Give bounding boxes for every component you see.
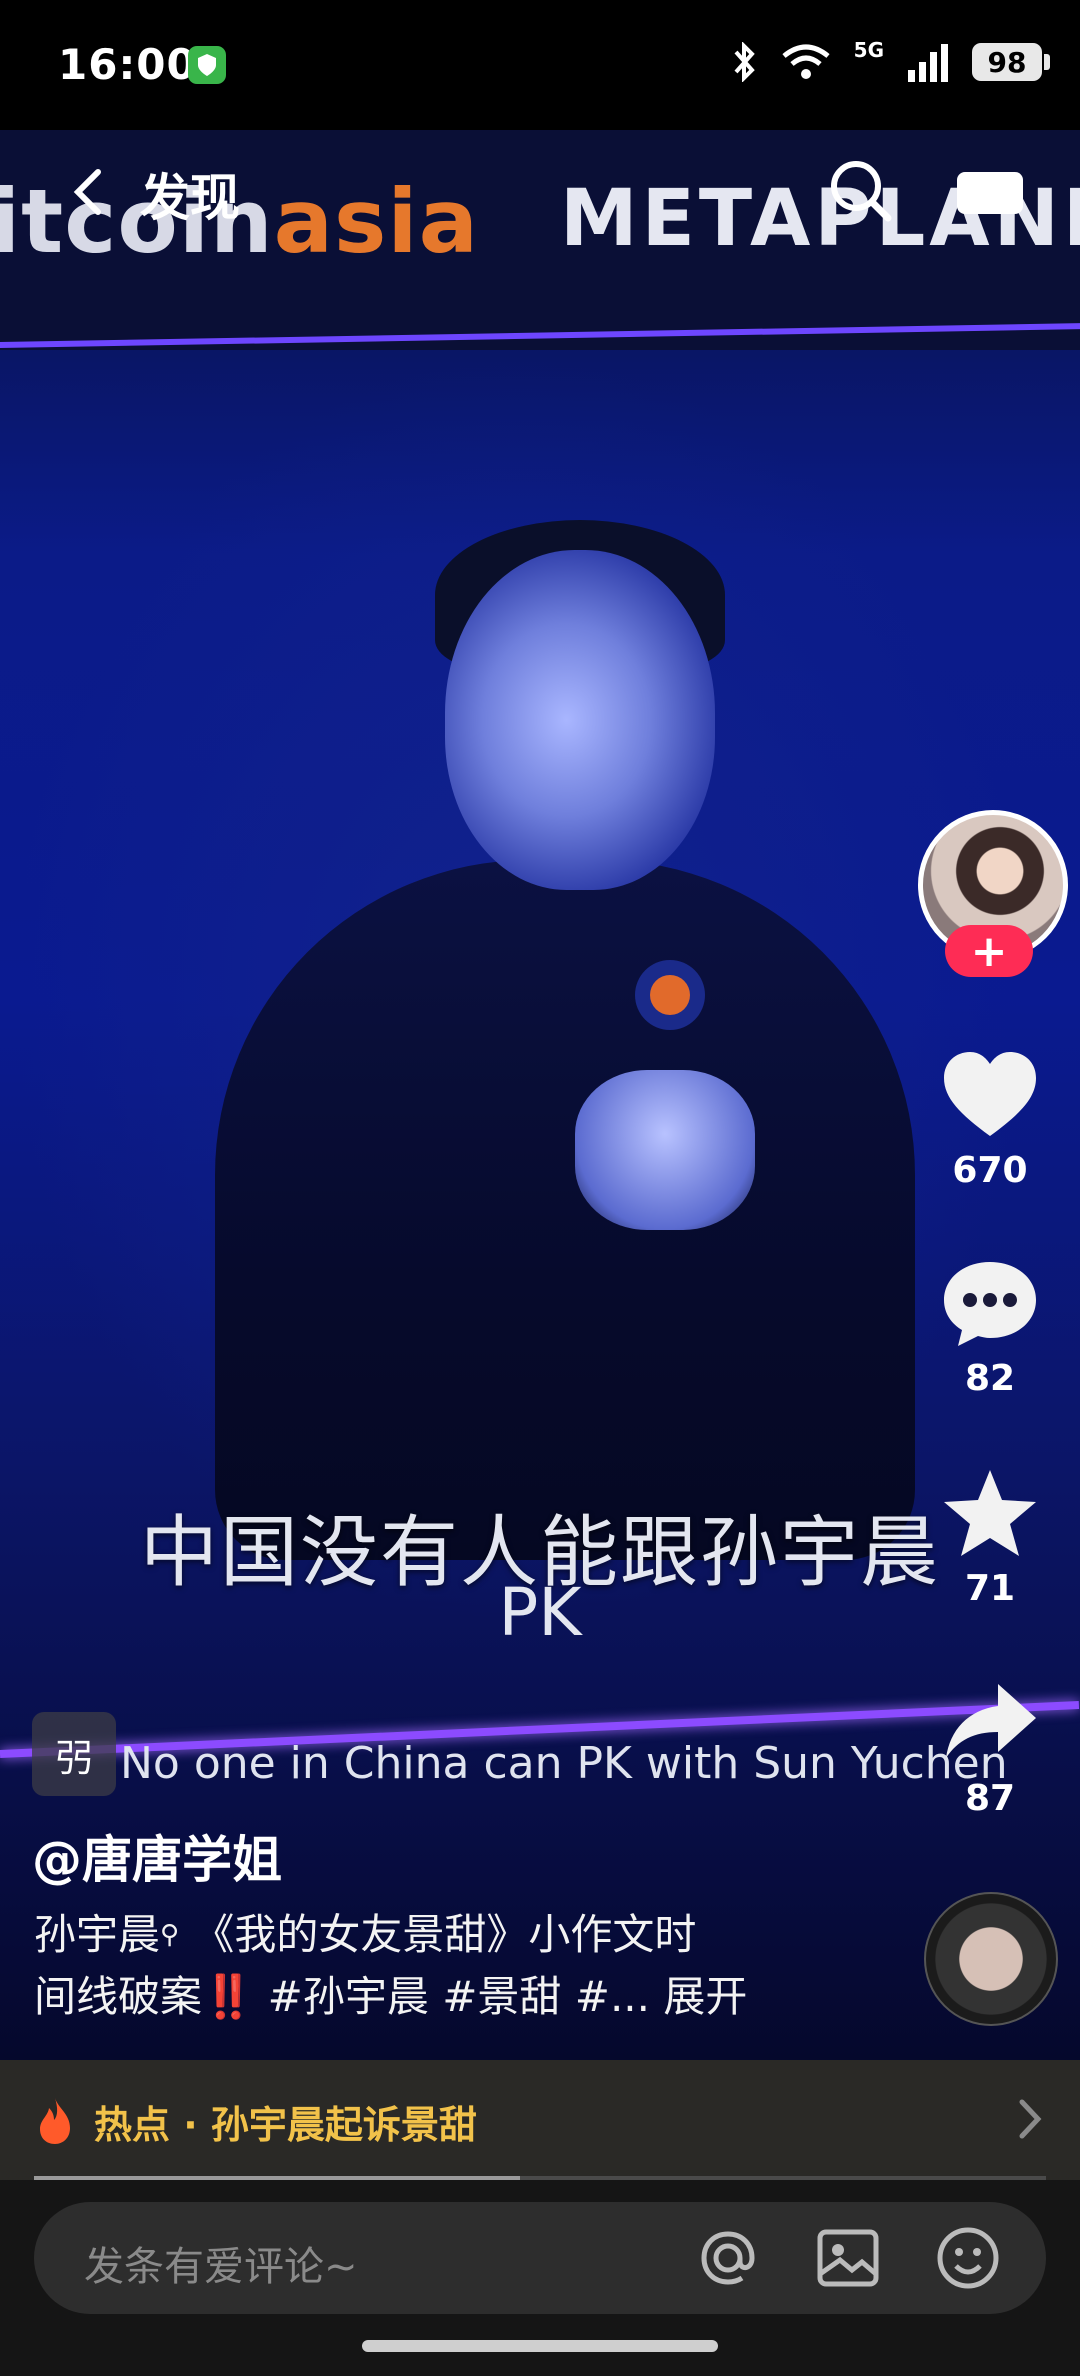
speaker-figure [215,520,915,1560]
effect-chip[interactable]: 弜 [32,1712,116,1796]
post-description[interactable]: 孙宇晨⚲ 《我的女友景甜》小作文时 间线破案‼️ #孙宇晨 #景甜 #... 展… [34,1904,794,2028]
image-icon[interactable] [812,2222,884,2294]
network-label: 5G [853,38,884,62]
hot-topic-text: 热点 · 孙宇晨起诉景甜 [94,2103,477,2147]
search-mini-icon: ⚲ [160,1920,180,1950]
music-disc[interactable] [924,1892,1058,2026]
like-count: 670 [952,1150,1028,1191]
follow-button[interactable]: + [945,925,1033,977]
comment-count: 82 [964,1358,1016,1399]
emoji-icon[interactable] [932,2222,1004,2294]
mention-icon[interactable] [692,2222,764,2294]
desc-hashtags: #孙宇晨 #景甜 #... [254,1972,664,2021]
double-exclamation-emoji: ‼️ [202,1972,255,2021]
desc-topic: 孙宇晨 [34,1910,161,1959]
comment-button[interactable]: 82 [928,1258,1052,1399]
share-count: 87 [964,1778,1016,1819]
status-icons: 5G 98 [732,38,1050,82]
battery-indicator: 98 [972,43,1050,81]
share-arrow-icon [946,1684,1036,1758]
like-button[interactable]: 670 [928,1050,1052,1191]
camera-icon[interactable] [955,162,1025,222]
home-indicator[interactable] [362,2340,718,2352]
favorite-button[interactable]: 71 [928,1468,1052,1609]
comment-placeholder: 发条有爱评论~ [84,2244,358,2290]
chevron-right-icon [1019,2099,1042,2139]
comment-input[interactable]: 发条有爱评论~ [34,2202,1046,2314]
status-bar: 16:00 5G 98 [0,0,1080,130]
search-icon[interactable] [826,156,896,226]
status-time: 16:00 [58,40,197,89]
chevron-left-icon[interactable] [60,162,120,222]
creator-username[interactable]: @唐唐学姐 [32,1820,282,1892]
signal-icon [908,44,948,82]
subtitle-pk: PK [498,1574,582,1651]
desc-text-2: 间线破案 [34,1972,203,2021]
subtitle-english: No one in China can PK with Sun Yuchen [120,1738,1008,1789]
desc-text-1: 《我的女友景甜》小作文时 [192,1910,697,1959]
share-button[interactable]: 87 [928,1678,1052,1819]
page-title: 发现 [140,169,240,227]
hot-topic-bar[interactable]: 热点 · 孙宇晨起诉景甜 [0,2060,1080,2180]
comment-bubble-icon [944,1262,1036,1346]
expand-link[interactable]: 展开 [663,1972,747,2021]
favorite-count: 71 [964,1568,1016,1609]
bluetooth-icon [734,42,755,82]
wifi-icon [782,44,830,79]
heart-icon [944,1052,1036,1136]
star-icon [944,1470,1036,1556]
shield-icon [188,46,226,84]
flame-icon [40,2098,70,2144]
top-nav: 发现 [0,150,1080,240]
